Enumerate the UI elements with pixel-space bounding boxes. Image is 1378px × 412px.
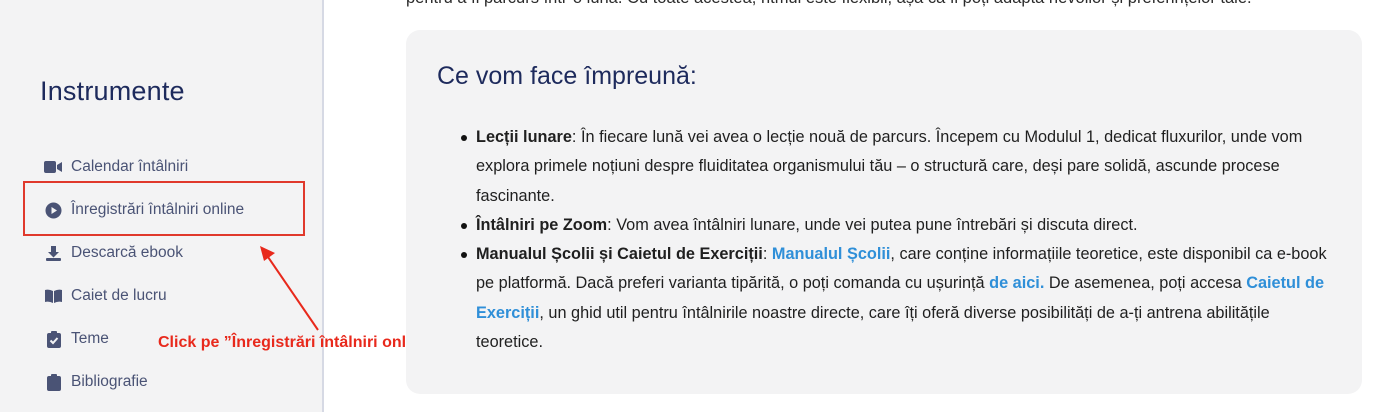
list-item: Lecții lunare: În fiecare lună vei avea … [461,123,1332,211]
item-text: De asemenea, poți accesa [1044,274,1247,293]
annotation-text: Click pe ”Înregistrări întâlniri online” [158,334,438,351]
list-item: Manualul Școlii și Caietul de Exerciții:… [461,240,1332,357]
card-title: Ce vom face împreună: [437,62,697,90]
feature-list: Lecții lunare: În fiecare lună vei avea … [461,123,1332,357]
item-text: : În fiecare lună vei avea o lecție nouă… [476,128,1303,205]
item-heading: Întâlniri pe Zoom [476,215,608,234]
item-heading: Manualul Școlii și Caietul de Exerciții [476,245,763,264]
item-text: , un ghid util pentru întâlnirile noastr… [476,303,1270,352]
manual-link[interactable]: Manualul Școlii [772,245,891,263]
list-item: Întâlniri pe Zoom: Vom avea întâlniri lu… [461,211,1332,240]
intro-paragraph: pentru a fi parcurs într-o lună. Cu toat… [406,0,1366,10]
item-text: : Vom avea întâlniri lunare, unde vei pu… [607,215,1138,234]
item-separator: : [762,245,772,264]
order-here-link[interactable]: de aici. [989,274,1044,292]
info-card: Ce vom face împreună: Lecții lunare: În … [406,30,1362,394]
item-heading: Lecții lunare [476,128,572,146]
